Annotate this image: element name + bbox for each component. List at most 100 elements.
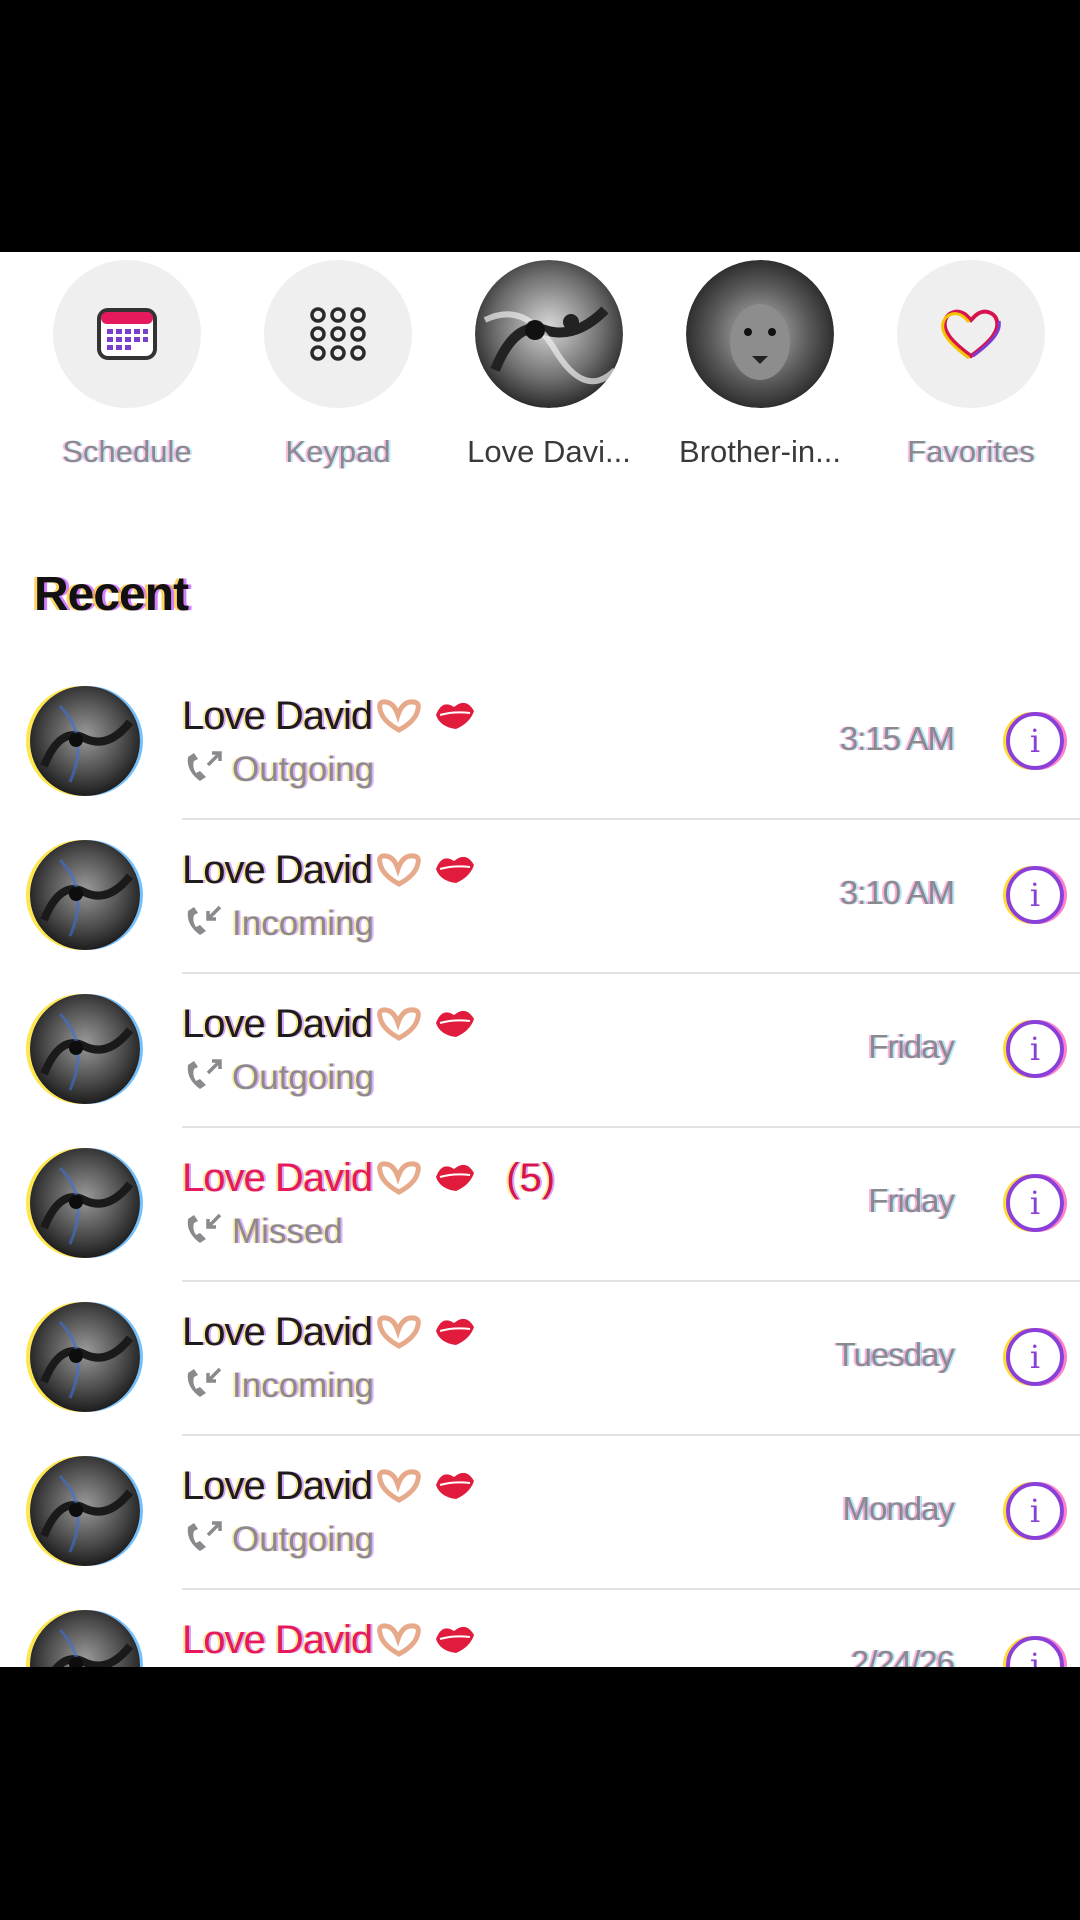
call-type-label: Missed (232, 1212, 343, 1251)
call-time: Monday (842, 1490, 955, 1527)
incoming-call-icon (187, 1213, 222, 1243)
avatar[interactable] (30, 1302, 140, 1412)
heart-hands-emoji (377, 1623, 421, 1657)
outgoing-call-icon (187, 1521, 222, 1551)
quick-contact-brother-in-law[interactable]: Brother-in... (655, 260, 865, 470)
info-button[interactable]: i (1006, 1636, 1064, 1667)
avatar[interactable] (30, 994, 140, 1104)
quick-label-brother-in-law: Brother-in... (679, 434, 841, 469)
call-row[interactable]: Love David Outgoing 3:15 AM i (0, 666, 1080, 820)
call-type-label: Incoming (232, 904, 375, 943)
recent-calls-list: Love David Outgoing 3:15 AM i Love David Inco… (0, 666, 1080, 1667)
kiss-mark-emoji (436, 1472, 475, 1499)
call-type: Outgoing (182, 1520, 374, 1560)
kiss-mark-emoji (436, 856, 475, 883)
caller-name-text: Love David (182, 1618, 373, 1662)
info-button[interactable]: i (1006, 1482, 1064, 1540)
call-type: Incoming (182, 1366, 374, 1406)
call-time: Friday (868, 1028, 955, 1065)
heart-hands-emoji (377, 699, 421, 733)
avatar[interactable] (30, 840, 140, 950)
quick-label-favorites: Favorites (907, 434, 1035, 469)
caller-name-text: Love David (182, 694, 373, 738)
avatar-image (30, 686, 140, 796)
avatar-image (30, 1610, 140, 1667)
call-row[interactable]: Love David Outgoing Friday i (0, 974, 1080, 1128)
avatar[interactable] (30, 1456, 140, 1566)
info-button[interactable]: i (1006, 866, 1064, 924)
quick-keypad[interactable]: Keypad (233, 260, 443, 470)
call-type: Outgoing (182, 750, 374, 790)
heart-icon (941, 309, 1001, 360)
avatar-image (30, 840, 140, 950)
info-button[interactable]: i (1006, 1328, 1064, 1386)
outgoing-call-icon (187, 751, 222, 781)
contact-photo-lion[interactable] (686, 260, 834, 408)
heart-hands-emoji (377, 1315, 421, 1349)
quick-label-love-david: Love Davi... (467, 434, 631, 469)
heart-hands-emoji (377, 1469, 421, 1503)
call-row[interactable]: Love David (5) Missed Friday i (0, 1128, 1080, 1282)
info-icon: i (1029, 722, 1041, 760)
caller-name-text: Love David (182, 1310, 373, 1354)
contact-photo-image (475, 260, 623, 408)
avatar-image (30, 1456, 140, 1566)
info-button[interactable]: i (1006, 712, 1064, 770)
info-icon: i (1029, 876, 1041, 914)
kiss-mark-emoji (436, 1318, 475, 1345)
incoming-call-icon (187, 1367, 222, 1397)
keypad-button[interactable] (264, 260, 412, 408)
recent-section-title: Recent (34, 568, 189, 621)
quick-access-row: Schedule Keypad Love Davi... Brother-in.… (0, 252, 1080, 492)
avatar[interactable] (30, 1610, 140, 1667)
info-icon: i (1029, 1338, 1041, 1376)
caller-name-text: Love David (182, 1464, 373, 1508)
call-row[interactable]: Love David 2/24/26 i (0, 1590, 1080, 1667)
call-type-label: Outgoing (232, 1058, 375, 1097)
phone-screen: Schedule Keypad Love Davi... Brother-in.… (0, 252, 1080, 1667)
outgoing-call-icon (187, 1059, 222, 1089)
info-icon: i (1029, 1184, 1041, 1222)
caller-name: Love David (182, 848, 478, 893)
schedule-button[interactable] (53, 260, 201, 408)
heart-hands-emoji (377, 1007, 421, 1041)
quick-label-keypad: Keypad (285, 434, 391, 469)
heart-hands-emoji (377, 853, 421, 887)
call-row[interactable]: Love David Incoming Tuesday i (0, 1282, 1080, 1436)
kiss-mark-emoji (436, 1164, 475, 1191)
caller-name: Love David (182, 1464, 478, 1509)
kiss-mark-emoji (436, 702, 475, 729)
info-icon: i (1029, 1492, 1041, 1530)
caller-name: Love David (182, 1310, 478, 1355)
caller-name: Love David (182, 1002, 478, 1047)
quick-contact-love-david[interactable]: Love Davi... (444, 260, 654, 470)
quick-label-schedule: Schedule (62, 434, 192, 469)
info-button[interactable]: i (1006, 1174, 1064, 1232)
caller-name-text: Love David (182, 1002, 373, 1046)
missed-count: (5) (506, 1156, 556, 1200)
info-button[interactable]: i (1006, 1020, 1064, 1078)
call-time: Tuesday (835, 1336, 955, 1373)
keypad-icon (310, 307, 366, 361)
call-type-label: Outgoing (232, 1520, 375, 1559)
avatar[interactable] (30, 686, 140, 796)
call-type: Outgoing (182, 1058, 374, 1098)
call-type-label: Incoming (232, 1366, 375, 1405)
quick-schedule[interactable]: Schedule (22, 260, 232, 470)
call-type: Incoming (182, 904, 374, 944)
call-row[interactable]: Love David Incoming 3:10 AM i (0, 820, 1080, 974)
call-row[interactable]: Love David Outgoing Monday i (0, 1436, 1080, 1590)
caller-name: Love David (5) (182, 1156, 555, 1201)
info-icon: i (1029, 1030, 1041, 1068)
incoming-call-icon (187, 905, 222, 935)
call-time: 2/24/26 (850, 1644, 955, 1667)
call-type: Missed (182, 1212, 343, 1252)
contact-photo[interactable] (475, 260, 623, 408)
favorites-button[interactable] (897, 260, 1045, 408)
quick-favorites[interactable]: Favorites (866, 260, 1076, 470)
calendar-icon (97, 308, 157, 360)
kiss-mark-emoji (436, 1626, 475, 1653)
call-type-label: Outgoing (232, 750, 375, 789)
heart-hands-emoji (377, 1161, 421, 1195)
avatar[interactable] (30, 1148, 140, 1258)
